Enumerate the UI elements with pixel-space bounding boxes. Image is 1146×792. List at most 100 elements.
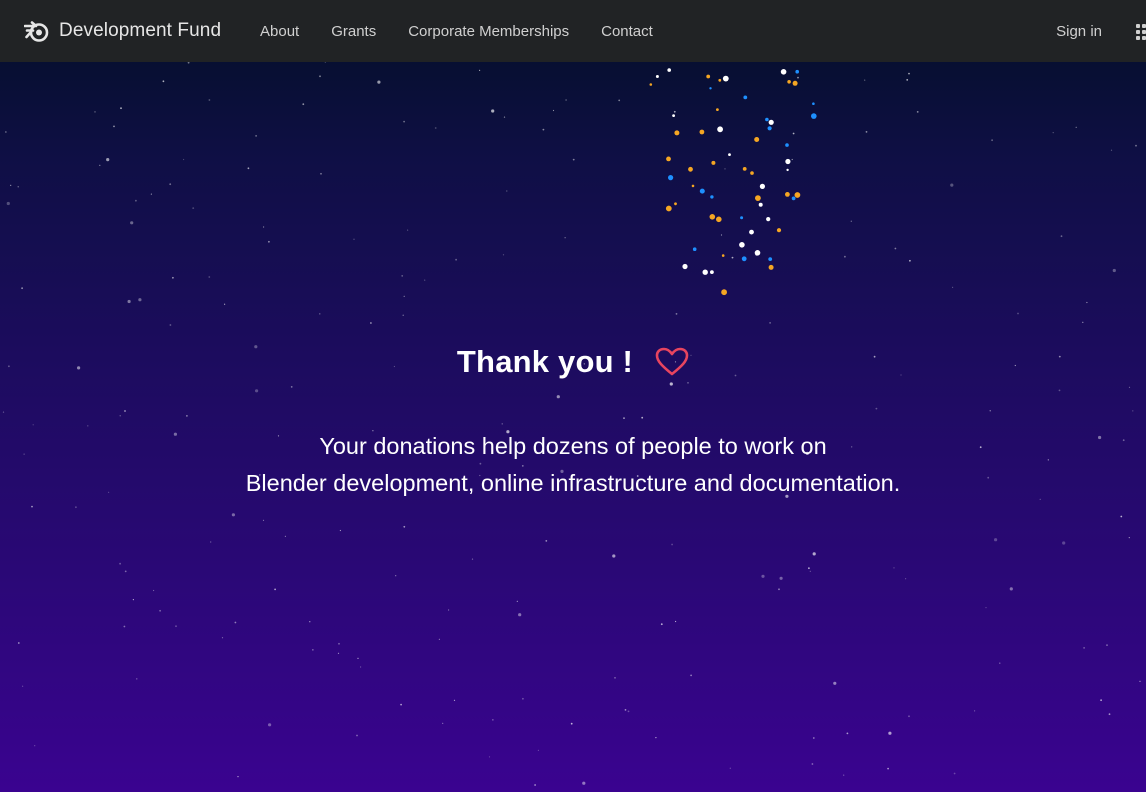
star: [136, 678, 138, 680]
confetti-dot: [758, 202, 763, 207]
star: [186, 415, 188, 417]
star: [208, 276, 211, 278]
star: [106, 158, 110, 162]
confetti-dot: [785, 158, 791, 165]
confetti-dot: [711, 160, 716, 165]
star: [274, 588, 276, 591]
apps-grid-icon[interactable]: [1136, 24, 1146, 40]
star: [434, 127, 437, 129]
star: [353, 238, 355, 240]
star: [169, 324, 172, 326]
star: [32, 424, 34, 426]
star: [894, 247, 897, 250]
brand-name: Development Fund: [59, 20, 222, 41]
star: [22, 685, 24, 687]
star: [565, 99, 567, 101]
star: [864, 79, 866, 81]
star: [302, 103, 305, 106]
nav-link-about[interactable]: About: [244, 15, 315, 48]
star: [1135, 144, 1137, 147]
star: [953, 772, 956, 775]
confetti-dot: [674, 202, 677, 206]
star: [284, 535, 286, 537]
star: [614, 677, 616, 679]
star: [729, 767, 731, 769]
confetti-dot: [780, 69, 787, 75]
star: [994, 538, 998, 542]
confetti-dot: [750, 171, 754, 175]
confetti-dot: [791, 196, 796, 201]
message-line-2: Blender development, online infrastructu…: [245, 470, 901, 496]
confetti-dot: [692, 247, 697, 251]
sign-in-link[interactable]: Sign in: [1056, 0, 1102, 62]
nav-link-corporate-memberships[interactable]: Corporate Memberships: [392, 15, 585, 48]
star: [319, 313, 321, 315]
star: [769, 322, 771, 324]
star: [690, 674, 692, 677]
star: [153, 589, 155, 592]
star: [162, 80, 165, 83]
star: [572, 158, 575, 161]
star: [113, 125, 115, 128]
confetti-dot: [768, 257, 773, 261]
star: [123, 625, 126, 628]
star: [21, 287, 23, 290]
star: [5, 131, 7, 133]
star: [124, 570, 127, 573]
star: [506, 190, 508, 192]
star: [989, 410, 991, 412]
star: [183, 158, 185, 161]
star: [1120, 515, 1123, 518]
star: [377, 80, 381, 84]
star: [1128, 386, 1131, 388]
star: [424, 279, 426, 281]
star: [518, 613, 522, 617]
confetti-dot: [665, 205, 672, 212]
nav-link-contact[interactable]: Contact: [585, 15, 669, 48]
star: [624, 709, 627, 711]
confetti-dot: [785, 192, 790, 197]
confetti-dot: [688, 166, 693, 172]
star: [516, 600, 518, 603]
main-nav: About Grants Corporate Memberships Conta…: [244, 0, 669, 62]
confetti-dot: [812, 102, 815, 105]
star: [138, 298, 142, 302]
star: [360, 666, 362, 668]
star: [175, 625, 177, 628]
star: [991, 139, 993, 142]
confetti-dot: [710, 195, 714, 199]
confetti-dot: [717, 126, 723, 133]
confetti-dot: [716, 108, 719, 111]
star: [888, 731, 892, 735]
star: [1108, 713, 1111, 716]
star: [268, 240, 270, 243]
star: [909, 259, 911, 262]
star: [522, 697, 524, 700]
star: [192, 207, 195, 210]
message-line-1: Your donations help dozens of people to …: [319, 433, 827, 459]
confetti-dot: [811, 113, 817, 119]
confetti-dot: [794, 192, 801, 198]
brand-link[interactable]: Development Fund: [24, 0, 221, 62]
nav-link-grants[interactable]: Grants: [315, 15, 392, 48]
star: [552, 109, 555, 112]
top-navbar: Development Fund About Grants Corporate …: [0, 0, 1146, 62]
star: [339, 529, 341, 532]
star: [1058, 389, 1061, 392]
star: [319, 75, 321, 78]
star: [17, 186, 19, 188]
star: [1060, 235, 1063, 238]
star: [809, 570, 811, 572]
star: [324, 62, 326, 63]
star: [75, 506, 77, 509]
star: [337, 652, 340, 654]
confetti-dot: [776, 228, 782, 233]
star: [208, 99, 211, 101]
star: [1106, 644, 1108, 646]
star-field-background: [2, 62, 1141, 786]
star: [833, 681, 837, 685]
star: [1132, 410, 1134, 412]
star: [491, 109, 495, 113]
star: [338, 642, 340, 645]
confetti-dot: [787, 80, 791, 84]
